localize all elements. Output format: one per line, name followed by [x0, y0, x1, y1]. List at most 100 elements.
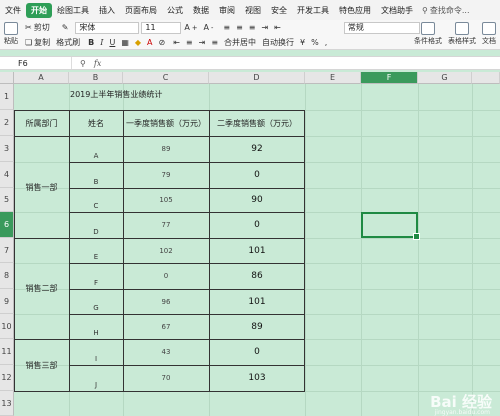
- decrease-font-button[interactable]: A-: [200, 23, 216, 32]
- q2-cell[interactable]: 89: [209, 314, 305, 339]
- formula-input[interactable]: [109, 57, 500, 69]
- q2-cell[interactable]: 90: [209, 188, 305, 212]
- name-cell[interactable]: A: [69, 136, 123, 162]
- merge-center-button[interactable]: 合并居中: [221, 37, 259, 48]
- q1-cell[interactable]: 77: [123, 212, 209, 238]
- q1-cell[interactable]: 96: [123, 289, 209, 314]
- number-format-select[interactable]: 常规: [343, 21, 420, 34]
- distribute-icon[interactable]: ≡: [208, 38, 221, 47]
- paste-button[interactable]: 粘贴: [4, 22, 18, 46]
- dept-cell[interactable]: 销售一部: [14, 136, 69, 238]
- q1-cell[interactable]: 0: [123, 263, 209, 289]
- row-header-5[interactable]: 5: [0, 188, 14, 212]
- select-all-corner[interactable]: [0, 72, 14, 84]
- align-middle-icon[interactable]: ≡: [233, 23, 246, 32]
- column-header-g[interactable]: G: [418, 72, 472, 84]
- fill-color-icon[interactable]: ◆: [132, 38, 144, 47]
- outdent-icon[interactable]: ⇤: [271, 23, 284, 32]
- name-cell[interactable]: F: [69, 263, 123, 289]
- q1-cell[interactable]: 105: [123, 188, 209, 212]
- menu-item-file[interactable]: 文件: [0, 5, 26, 16]
- menu-item-data[interactable]: 数据: [188, 5, 214, 16]
- copy-button[interactable]: ❏ 复制: [22, 37, 53, 48]
- row-header-9[interactable]: 9: [0, 289, 14, 314]
- q1-cell[interactable]: 43: [123, 339, 209, 365]
- row-header-3[interactable]: 3: [0, 136, 14, 162]
- q2-cell[interactable]: 86: [209, 263, 305, 289]
- q2-cell[interactable]: 101: [209, 289, 305, 314]
- menu-item-page-layout[interactable]: 页面布局: [120, 5, 162, 16]
- fx-icon[interactable]: fx: [94, 59, 101, 68]
- row-header-2[interactable]: 2: [0, 110, 14, 136]
- name-box[interactable]: F6: [0, 57, 72, 69]
- row-header-6[interactable]: 6: [0, 212, 14, 238]
- row-header-4[interactable]: 4: [0, 162, 14, 188]
- q1-cell[interactable]: 67: [123, 314, 209, 339]
- menu-item-view[interactable]: 视图: [240, 5, 266, 16]
- column-header-b[interactable]: B: [69, 72, 123, 84]
- bold-button[interactable]: B: [85, 38, 97, 47]
- sheet-title[interactable]: 2019上半年销售业绩统计: [70, 89, 162, 100]
- percent-icon[interactable]: %: [308, 38, 322, 47]
- row-header-12[interactable]: 12: [0, 365, 14, 391]
- thousands-icon[interactable]: ,: [322, 38, 331, 47]
- menu-item-doc-assist[interactable]: 文档助手: [376, 5, 418, 16]
- q2-cell[interactable]: 0: [209, 212, 305, 238]
- border-icon[interactable]: ▦: [118, 38, 132, 47]
- header-q1[interactable]: 一季度销售额（万元）: [123, 110, 209, 136]
- underline-button[interactable]: U: [106, 38, 118, 47]
- q2-cell[interactable]: 101: [209, 238, 305, 263]
- cond-format-button[interactable]: 条件格式: [414, 22, 442, 46]
- menu-item-drawing-tools[interactable]: 绘图工具: [52, 5, 94, 16]
- active-cell-f6[interactable]: [361, 212, 420, 240]
- column-header-c[interactable]: C: [123, 72, 209, 84]
- header-name[interactable]: 姓名: [69, 110, 123, 136]
- align-bottom-icon[interactable]: ≡: [246, 23, 259, 32]
- align-center-icon[interactable]: ≡: [183, 38, 196, 47]
- align-right-icon[interactable]: ⇥: [196, 38, 209, 47]
- font-name-select[interactable]: 宋体: [75, 21, 140, 34]
- menu-item-formula[interactable]: 公式: [162, 5, 188, 16]
- name-cell[interactable]: I: [69, 339, 123, 365]
- column-header-h[interactable]: [472, 72, 500, 84]
- name-cell[interactable]: D: [69, 212, 123, 238]
- auto-wrap-button[interactable]: 自动换行: [259, 37, 297, 48]
- column-header-e[interactable]: E: [305, 72, 361, 84]
- dept-cell[interactable]: 销售三部: [14, 339, 69, 391]
- format-painter-icon-button[interactable]: ✎: [59, 23, 72, 32]
- menu-item-insert[interactable]: 插入: [94, 5, 120, 16]
- menu-item-security[interactable]: 安全: [266, 5, 292, 16]
- q2-cell[interactable]: 0: [209, 162, 305, 188]
- name-cell[interactable]: G: [69, 289, 123, 314]
- menu-item-dev-tools[interactable]: 开发工具: [292, 5, 334, 16]
- command-search[interactable]: ⚲ 查找命令...: [422, 5, 470, 16]
- table-style-button[interactable]: 表格样式: [448, 22, 476, 46]
- menu-item-special-apps[interactable]: 特色应用: [334, 5, 376, 16]
- align-top-icon[interactable]: ≡: [220, 23, 233, 32]
- name-cell[interactable]: J: [69, 365, 123, 391]
- q2-cell[interactable]: 103: [209, 365, 305, 391]
- doc-assist-button[interactable]: 文档: [482, 22, 496, 46]
- name-cell[interactable]: C: [69, 188, 123, 212]
- clear-format-icon[interactable]: ⊘: [156, 38, 169, 47]
- q1-cell[interactable]: 102: [123, 238, 209, 263]
- q1-cell[interactable]: 70: [123, 365, 209, 391]
- currency-icon[interactable]: ¥: [297, 38, 308, 47]
- align-left-icon[interactable]: ⇤: [170, 38, 183, 47]
- q2-cell[interactable]: 0: [209, 339, 305, 365]
- increase-font-button[interactable]: A +: [181, 23, 200, 32]
- menu-item-review[interactable]: 审阅: [214, 5, 240, 16]
- font-color-icon[interactable]: A: [144, 38, 155, 47]
- row-header-13[interactable]: 13: [0, 391, 14, 416]
- name-cell[interactable]: E: [69, 238, 123, 263]
- row-header-11[interactable]: 11: [0, 339, 14, 365]
- row-header-7[interactable]: 7: [0, 238, 14, 263]
- column-header-f[interactable]: F: [361, 72, 418, 84]
- zoom-icon[interactable]: ⚲: [80, 59, 86, 68]
- dept-cell[interactable]: 销售二部: [14, 238, 69, 339]
- italic-button[interactable]: I: [97, 38, 106, 47]
- cut-button[interactable]: ✂ 剪切: [22, 22, 53, 33]
- q1-cell[interactable]: 89: [123, 136, 209, 162]
- column-header-a[interactable]: A: [14, 72, 69, 84]
- header-dept[interactable]: 所属部门: [14, 110, 69, 136]
